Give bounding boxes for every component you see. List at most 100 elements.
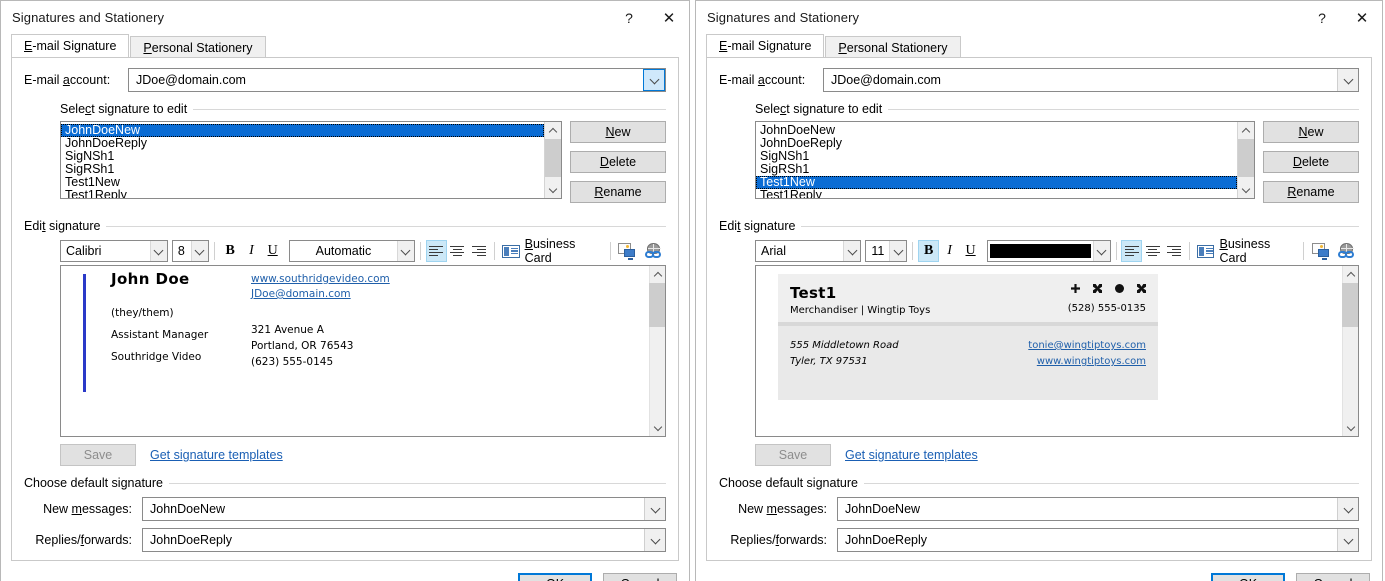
list-item[interactable]: Test1Reply xyxy=(61,189,544,199)
list-item[interactable]: SigNSh1 xyxy=(61,150,544,163)
signature-listbox[interactable]: JohnDoeNew JohnDoeReply SigNSh1 SigRSh1 … xyxy=(60,121,562,199)
help-icon[interactable]: ? xyxy=(1302,1,1342,34)
font-color-combo[interactable] xyxy=(987,240,1111,262)
signature-website-link[interactable]: www.southridgevideo.com xyxy=(251,272,390,287)
chevron-down-icon[interactable] xyxy=(1337,69,1358,91)
font-size-combo[interactable]: 8 xyxy=(171,240,209,262)
scrollbar-thumb[interactable] xyxy=(1237,139,1254,177)
scrollbar-track[interactable] xyxy=(649,283,665,419)
chevron-down-icon[interactable] xyxy=(396,241,414,261)
delete-button[interactable]: Delete xyxy=(1263,151,1359,173)
signature-edit-box[interactable]: Test1 Merchandiser | Wingtip Toys (528) … xyxy=(755,265,1359,437)
chevron-down-icon[interactable] xyxy=(190,241,208,261)
social-icon-1[interactable] xyxy=(1071,284,1080,293)
close-icon[interactable]: ✕ xyxy=(1342,1,1382,34)
social-icon-3[interactable] xyxy=(1115,284,1124,293)
italic-button[interactable]: I xyxy=(241,240,262,262)
bold-button[interactable]: B xyxy=(918,240,940,262)
list-item[interactable]: Test1New xyxy=(61,176,544,189)
scrollbar-thumb[interactable] xyxy=(1342,283,1358,327)
scrollbar-track[interactable] xyxy=(544,139,561,181)
listbox-scrollbar[interactable] xyxy=(1237,122,1254,198)
ok-button[interactable]: OK xyxy=(518,572,592,581)
list-item[interactable]: SigRSh1 xyxy=(756,163,1237,176)
tab-email-signature[interactable]: E-mail Signature xyxy=(706,34,825,57)
list-item[interactable]: JohnDoeReply xyxy=(61,137,544,150)
bold-button[interactable]: B xyxy=(220,240,241,262)
signature-email-link[interactable]: JDoe@domain.com xyxy=(251,287,390,302)
scroll-down-icon[interactable] xyxy=(1342,419,1358,436)
replies-forwards-combo[interactable]: JohnDoeReply xyxy=(142,528,666,552)
replies-forwards-combo[interactable]: JohnDoeReply xyxy=(837,528,1359,552)
scrollbar-thumb[interactable] xyxy=(649,283,665,327)
scroll-up-icon[interactable] xyxy=(1238,122,1255,139)
align-left-icon[interactable] xyxy=(425,240,447,262)
signature-canvas-right[interactable]: Test1 Merchandiser | Wingtip Toys (528) … xyxy=(756,266,1342,436)
chevron-down-icon[interactable] xyxy=(149,241,167,261)
listbox-scrollbar[interactable] xyxy=(544,122,561,198)
chevron-down-icon[interactable] xyxy=(843,241,861,261)
list-item[interactable]: SigNSh1 xyxy=(756,150,1237,163)
close-icon[interactable]: ✕ xyxy=(649,1,689,34)
font-family-combo[interactable]: Arial xyxy=(755,240,862,262)
save-button[interactable]: Save xyxy=(60,444,136,466)
chevron-down-icon[interactable] xyxy=(644,529,665,551)
italic-button[interactable]: I xyxy=(939,240,960,262)
scroll-down-icon[interactable] xyxy=(545,181,562,198)
get-signature-templates-link[interactable]: Get signature templates xyxy=(150,448,283,462)
chevron-down-icon[interactable] xyxy=(1337,498,1358,520)
list-item[interactable]: SigRSh1 xyxy=(61,163,544,176)
font-color-combo[interactable]: Automatic xyxy=(289,240,415,262)
list-item[interactable]: Test1New xyxy=(756,176,1237,189)
underline-button[interactable]: U xyxy=(262,240,283,262)
ok-button[interactable]: OK xyxy=(1211,572,1285,581)
font-size-combo[interactable]: 11 xyxy=(865,240,908,262)
business-card-button[interactable]: Business Card xyxy=(500,237,604,265)
scrollbar-thumb[interactable] xyxy=(544,139,561,177)
align-left-icon[interactable] xyxy=(1121,240,1143,262)
get-signature-templates-link[interactable]: Get signature templates xyxy=(845,448,978,462)
new-messages-combo[interactable]: JohnDoeNew xyxy=(142,497,666,521)
business-card-button[interactable]: Business Card xyxy=(1195,237,1298,265)
insert-hyperlink-icon[interactable] xyxy=(643,240,666,262)
rename-button[interactable]: Rename xyxy=(1263,181,1359,203)
chevron-down-icon[interactable] xyxy=(1092,241,1110,261)
scroll-up-icon[interactable] xyxy=(649,266,665,283)
save-button[interactable]: Save xyxy=(755,444,831,466)
chevron-down-icon[interactable] xyxy=(889,241,907,261)
tab-personal-stationery[interactable]: Personal Stationery xyxy=(825,36,961,58)
social-icon-4[interactable] xyxy=(1137,284,1146,293)
cancel-button[interactable]: Cancel xyxy=(603,572,677,581)
scroll-up-icon[interactable] xyxy=(1342,266,1358,283)
align-center-icon[interactable] xyxy=(1142,240,1163,262)
social-icon-2[interactable] xyxy=(1093,284,1102,293)
signature-edit-box[interactable]: John Doe (they/them) Assistant Manager S… xyxy=(60,265,666,437)
scrollbar-track[interactable] xyxy=(1342,283,1358,419)
align-right-icon[interactable] xyxy=(468,240,489,262)
help-icon[interactable]: ? xyxy=(609,1,649,34)
scroll-up-icon[interactable] xyxy=(545,122,562,139)
signature-listbox[interactable]: JohnDoeNew JohnDoeReply SigNSh1 SigRSh1 … xyxy=(755,121,1255,199)
signature-email-link[interactable]: tonie@wingtiptoys.com xyxy=(1028,338,1146,354)
list-item[interactable]: Test1Reply xyxy=(756,189,1237,199)
tab-email-signature[interactable]: E-mail Signature xyxy=(11,34,130,57)
signature-website-link[interactable]: www.wingtiptoys.com xyxy=(1028,354,1146,370)
chevron-down-icon[interactable] xyxy=(644,498,665,520)
insert-picture-icon[interactable] xyxy=(1309,240,1332,262)
new-button[interactable]: New xyxy=(1263,121,1359,143)
email-account-combo[interactable]: JDoe@domain.com xyxy=(823,68,1359,92)
insert-hyperlink-icon[interactable] xyxy=(1336,240,1359,262)
new-messages-combo[interactable]: JohnDoeNew xyxy=(837,497,1359,521)
chevron-down-icon[interactable] xyxy=(1337,529,1358,551)
list-item[interactable]: JohnDoeReply xyxy=(756,137,1237,150)
chevron-down-icon[interactable] xyxy=(643,69,665,91)
cancel-button[interactable]: Cancel xyxy=(1296,572,1370,581)
delete-button[interactable]: Delete xyxy=(570,151,666,173)
align-center-icon[interactable] xyxy=(447,240,468,262)
email-account-combo[interactable]: JDoe@domain.com xyxy=(128,68,666,92)
signature-canvas-left[interactable]: John Doe (they/them) Assistant Manager S… xyxy=(61,266,649,436)
new-button[interactable]: New xyxy=(570,121,666,143)
align-right-icon[interactable] xyxy=(1163,240,1184,262)
insert-picture-icon[interactable] xyxy=(616,240,639,262)
tab-personal-stationery[interactable]: Personal Stationery xyxy=(130,36,266,58)
